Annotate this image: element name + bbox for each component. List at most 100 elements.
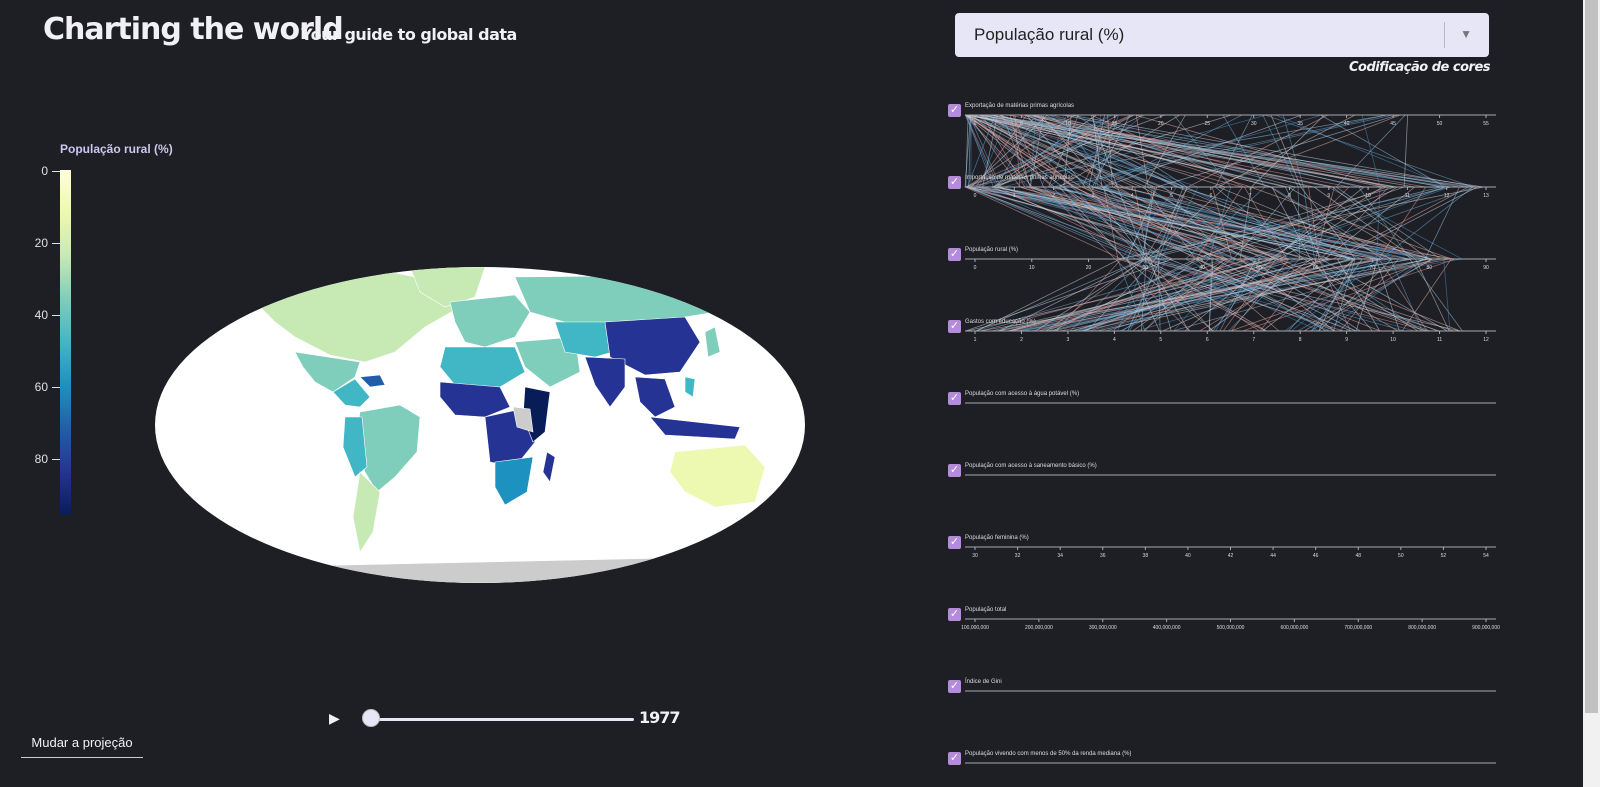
axis-tick-label: 0 <box>974 265 977 271</box>
axis-tick-label: 900,000,000 <box>1472 625 1500 631</box>
axis-tick-label: 38 <box>1143 553 1149 559</box>
legend-tick <box>52 243 60 244</box>
axis-tick-label: 50 <box>1398 553 1404 559</box>
axis-tick-label: 90 <box>1483 265 1489 271</box>
axis-tick-label: 30 <box>972 553 978 559</box>
axis-tick-label: 52 <box>1441 553 1447 559</box>
axis-tick-label: 500,000,000 <box>1217 625 1245 631</box>
axis-checkbox[interactable]: ✓ <box>948 752 961 765</box>
axis-tick-label: 60 <box>1313 265 1319 271</box>
axis-checkbox[interactable]: ✓ <box>948 608 961 621</box>
axis-label: População feminina (%) <box>965 535 1029 541</box>
axis-checkbox[interactable]: ✓ <box>948 104 961 117</box>
parallel-coordinates[interactable]: 0 5 10 15 20 25 30 35 40 45 50 55 0 1 2 3 4 5 6 7 8 9 10 11 12 13… <box>948 103 1500 784</box>
color-coding-toggle[interactable]: Codificação de cores <box>1349 60 1491 75</box>
axis-label: População vivendo com menos de 50% da re… <box>965 751 1132 757</box>
axis-tick-label: 12 <box>1444 193 1450 199</box>
year-slider-track[interactable] <box>372 718 634 721</box>
axis-checkbox[interactable]: ✓ <box>948 176 961 189</box>
axis-checkbox[interactable]: ✓ <box>948 320 961 333</box>
change-projection-button[interactable]: Mudar a projeção <box>21 735 143 758</box>
axis-tick-label: 300,000,000 <box>1089 625 1117 631</box>
axis-tick-label: 20 <box>1086 265 1092 271</box>
axis-tick-label: 4 <box>1131 193 1134 199</box>
axis-label: População com acesso à saneamento básico… <box>965 463 1097 469</box>
axis-tick-label: 10 <box>1065 121 1071 127</box>
year-slider-thumb[interactable] <box>362 709 380 727</box>
axis-tick-label: 46 <box>1313 553 1319 559</box>
axis-tick-label: 20 <box>1158 121 1164 127</box>
axis-tick-label: 10 <box>1029 265 1035 271</box>
axis-label: Índice de Gini <box>965 679 1002 685</box>
axis-tick-label: 600,000,000 <box>1280 625 1308 631</box>
axis-tick-label: 30 <box>1143 265 1149 271</box>
play-icon[interactable]: ▶ <box>329 710 340 727</box>
axis-tick-label: 6 <box>1209 193 1212 199</box>
axis-tick-label: 30 <box>1251 121 1257 127</box>
indicator-select[interactable]: População rural (%) ▼ <box>955 13 1489 57</box>
axis-tick-label: 400,000,000 <box>1153 625 1181 631</box>
axis-label: População total <box>965 607 1007 613</box>
axis-tick-label: 12 <box>1483 337 1489 343</box>
axis-tick-label: 6 <box>1206 337 1209 343</box>
axis-tick-label: 9 <box>1327 193 1330 199</box>
axis-tick-label: 32 <box>1015 553 1021 559</box>
chevron-down-icon[interactable]: ▼ <box>1460 27 1472 41</box>
world-map[interactable] <box>155 267 805 583</box>
country-russia[interactable] <box>514 274 756 326</box>
axis-tick-label: 700,000,000 <box>1344 625 1372 631</box>
axis-tick-label: 35 <box>1297 121 1303 127</box>
axis-tick-label: 3 <box>1092 193 1095 199</box>
axis-tick-label: 45 <box>1390 121 1396 127</box>
axis-tick-label: 40 <box>1344 121 1350 127</box>
axis-tick-label: 11 <box>1437 337 1442 343</box>
axis-tick-label: 44 <box>1270 553 1276 559</box>
app-title: Charting the world <box>43 12 344 47</box>
axis-tick-label: 13 <box>1483 193 1489 199</box>
legend-tick-label: 20 <box>34 236 48 250</box>
axis-tick-label: 50 <box>1256 265 1262 271</box>
axis-tick-label: 40 <box>1185 553 1191 559</box>
axis-tick-label: 15 <box>1112 121 1118 127</box>
axis-tick-label: 3 <box>1067 337 1070 343</box>
axis-tick-label: 42 <box>1228 553 1234 559</box>
axis-tick-label: 1 <box>974 337 977 343</box>
axis-tick-label: 36 <box>1100 553 1106 559</box>
legend-tick-label: 0 <box>41 164 48 178</box>
axis-tick-label: 2 <box>1020 337 1023 343</box>
legend-title: População rural (%) <box>60 142 173 156</box>
year-label: 1977 <box>639 708 681 727</box>
axis-tick-label: 54 <box>1483 553 1489 559</box>
axis-checkbox[interactable]: ✓ <box>948 248 961 261</box>
axis-tick-label: 8 <box>1288 193 1291 199</box>
axis-label: População rural (%) <box>965 247 1019 253</box>
axis-tick-label: 10 <box>1390 337 1396 343</box>
axis-tick-label: 800,000,000 <box>1408 625 1436 631</box>
axis-tick-label: 40 <box>1199 265 1205 271</box>
axis-tick-label: 200,000,000 <box>1025 625 1053 631</box>
page-scrollbar[interactable] <box>1583 0 1600 787</box>
legend-tick <box>52 171 60 172</box>
axis-tick-label: 1 <box>1013 193 1016 199</box>
world-map-svg <box>155 267 805 583</box>
axis-tick-label: 80 <box>1426 265 1432 271</box>
parallel-coordinates-svg: 0 5 10 15 20 25 30 35 40 45 50 550 1 2 3 4 5 6 7 8 9 10 11 12 13… <box>961 114 1500 764</box>
axis-checkbox[interactable]: ✓ <box>948 392 961 405</box>
axis-tick-label: 7 <box>1252 337 1255 343</box>
legend-tick-label: 40 <box>34 308 48 322</box>
axis-tick-label: 0 <box>974 121 977 127</box>
axis-checkbox[interactable]: ✓ <box>948 464 961 477</box>
axis-tick-label: 70 <box>1370 265 1376 271</box>
axis-tick-label: 2 <box>1052 193 1055 199</box>
axis-checkbox[interactable]: ✓ <box>948 536 961 549</box>
scrollbar-thumb[interactable] <box>1585 0 1598 713</box>
axis-tick-label: 9 <box>1345 337 1348 343</box>
legend-tick <box>52 459 60 460</box>
axis-checkbox[interactable]: ✓ <box>948 680 961 693</box>
axis-label: População com acesso à água potável (%) <box>965 391 1080 397</box>
legend-tick-label: 80 <box>34 452 48 466</box>
axis-tick-label: 55 <box>1483 121 1489 127</box>
axis-tick-label: 5 <box>1020 121 1023 127</box>
axis-tick-label: 11 <box>1405 193 1410 199</box>
country-new-zealand[interactable] <box>769 501 784 523</box>
